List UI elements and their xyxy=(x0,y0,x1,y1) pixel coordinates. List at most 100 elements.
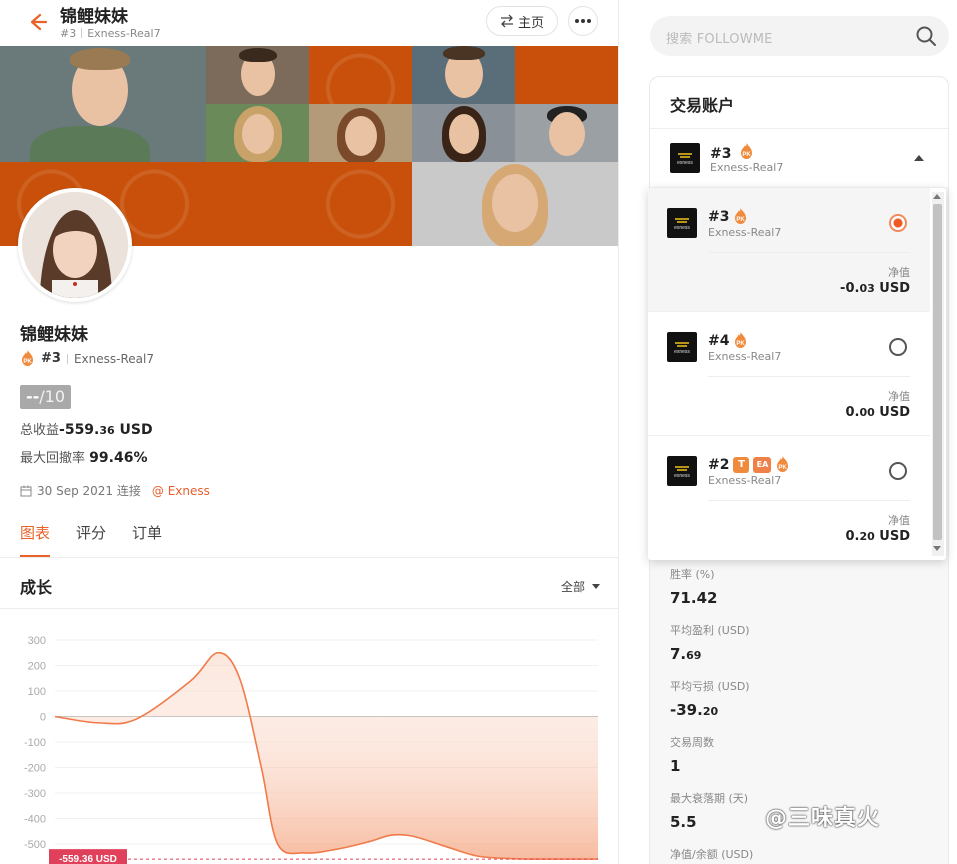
stat-value-int: 71.42 xyxy=(670,589,718,607)
divider xyxy=(650,128,948,129)
pk-badge-icon: PK xyxy=(735,332,747,348)
selected-account-name: Exness-Real7 xyxy=(710,161,784,174)
stat-value: 71.42 xyxy=(670,585,930,621)
account-option-3[interactable]: exness #3 PK Exness-Real7 净值 -0.03 USD xyxy=(648,188,930,312)
top-bar: 锦鲤妹妹 #3 Exness-Real7 主页 xyxy=(0,0,618,46)
total-profit-label: 总收益 xyxy=(20,423,60,438)
account-num: #3 PK xyxy=(708,208,748,225)
svg-text:exness: exness xyxy=(677,160,693,166)
trader-account-name: Exness-Real7 xyxy=(73,351,154,366)
more-button[interactable] xyxy=(568,6,598,36)
svg-text:exness: exness xyxy=(674,225,690,231)
equity-unit: USD xyxy=(874,529,910,544)
stat-label: 平均盈利 (USD) xyxy=(670,624,750,637)
scroll-up-icon[interactable] xyxy=(933,194,941,199)
divider xyxy=(0,608,618,609)
cover-photo xyxy=(309,104,412,162)
growth-title: 成长 xyxy=(20,578,53,597)
avatar xyxy=(18,188,132,302)
page-title: 锦鲤妹妹 xyxy=(60,7,128,27)
account-option-4[interactable]: exness #4 PK Exness-Real7 净值 0.00 USD xyxy=(648,312,930,436)
max-drawdown: 最大回撤率 99.46% xyxy=(20,447,147,466)
account-dropdown: exness #3 PK Exness-Real7 净值 -0.03 USD e… xyxy=(648,188,946,560)
y-tick-label: 200 xyxy=(28,661,46,673)
equity-dec: 20 xyxy=(859,530,875,543)
cover-photo xyxy=(412,162,618,246)
divider xyxy=(0,557,618,558)
y-tick-label: -500 xyxy=(24,839,46,851)
radio-unselected[interactable] xyxy=(889,338,907,356)
pk-badge-icon: PK xyxy=(735,208,747,224)
equity-dec: 03 xyxy=(859,282,875,295)
connected-date: 30 Sep 2021 连接 xyxy=(37,484,141,498)
caret-up-icon[interactable] xyxy=(914,155,924,161)
broker-link[interactable]: @ Exness xyxy=(152,484,210,498)
radio-unselected[interactable] xyxy=(889,462,907,480)
search-bar[interactable]: 搜索 FOLLOWME xyxy=(650,16,949,56)
connection-info: 30 Sep 2021 连接 @ Exness xyxy=(20,482,210,499)
cover-photo xyxy=(206,46,309,104)
account-server: Exness-Real7 xyxy=(708,350,782,363)
search-icon[interactable] xyxy=(915,25,937,47)
pk-badge-text: PK xyxy=(779,465,788,471)
equity-value: 0.00 USD xyxy=(845,405,910,420)
trader-name: 锦鲤妹妹 xyxy=(20,325,88,345)
header-account-name: Exness-Real7 xyxy=(87,27,161,40)
range-select[interactable]: 全部 xyxy=(561,578,600,595)
cover-photo xyxy=(206,104,309,162)
svg-text:exness: exness xyxy=(674,349,690,355)
back-arrow-icon[interactable] xyxy=(22,8,50,36)
equity-unit: USD xyxy=(874,281,910,296)
cover-photo xyxy=(515,104,618,162)
stat-label: 胜率 (%) xyxy=(670,568,715,581)
tab-orders[interactable]: 订单 xyxy=(132,522,162,557)
tab-rating[interactable]: 评分 xyxy=(76,522,106,557)
y-tick-label: -300 xyxy=(24,788,46,800)
svg-text:PK: PK xyxy=(23,359,32,365)
account-num-text: #4 xyxy=(708,332,730,349)
pk-badge-icon: PK xyxy=(777,456,789,472)
equity-label: 净值 xyxy=(888,390,910,403)
stat-value: 1 xyxy=(670,753,930,789)
tab-chart[interactable]: 图表 xyxy=(20,522,51,557)
stat-value-int: 1 xyxy=(670,757,681,775)
avatar-image xyxy=(22,192,128,298)
max-drawdown-label: 最大回撤率 xyxy=(20,451,86,466)
radio-selected[interactable] xyxy=(889,214,907,232)
pk-badge-text: PK xyxy=(737,341,746,347)
selected-account-num-text: #3 xyxy=(710,146,732,162)
equity-label: 净值 xyxy=(888,514,910,527)
account-option-2[interactable]: exness #2 T EA PK Exness-Real7 净值 0.20 U… xyxy=(648,436,930,560)
score-value: -- xyxy=(26,387,40,406)
stat-label: 交易周数 xyxy=(670,736,714,749)
series-area-negative xyxy=(55,652,598,860)
equity-value: -0.03 USD xyxy=(840,281,910,296)
equity-dec: 00 xyxy=(859,406,875,419)
y-tick-label: 300 xyxy=(28,635,46,647)
swap-arrows-icon xyxy=(500,14,513,28)
y-tick-label: 100 xyxy=(28,686,46,698)
stat-value-dec: 69 xyxy=(686,649,702,662)
score-max: /10 xyxy=(39,387,66,406)
account-server: Exness-Real7 xyxy=(708,226,782,239)
cover-tile xyxy=(309,46,412,104)
profile-tabs: 图表 评分 订单 xyxy=(20,522,162,557)
scrollbar-thumb[interactable] xyxy=(933,204,942,540)
equity-int: 0. xyxy=(845,405,860,420)
scroll-down-icon[interactable] xyxy=(933,546,941,551)
cover-tile xyxy=(515,46,618,104)
tag-ea: EA xyxy=(753,456,772,473)
home-button[interactable]: 主页 xyxy=(486,6,558,36)
svg-text:PK: PK xyxy=(743,152,752,158)
selected-account-num[interactable]: #3 PK xyxy=(710,143,754,162)
cover-tile xyxy=(206,162,309,246)
search-input[interactable]: 搜索 FOLLOWME xyxy=(666,28,773,47)
exness-logo-icon: exness xyxy=(670,143,700,173)
trader-profile-panel: 锦鲤妹妹 #3 Exness-Real7 主页 锦鲤妹妹 PK #3 Exnes… xyxy=(0,0,619,864)
exness-logo-icon: exness xyxy=(667,456,697,486)
total-profit-dec: 36 xyxy=(99,424,115,437)
account-server: Exness-Real7 xyxy=(708,474,782,487)
total-profit-unit: USD xyxy=(114,422,153,438)
account-num-text: #2 xyxy=(708,456,730,473)
equity-int: 0. xyxy=(845,529,860,544)
